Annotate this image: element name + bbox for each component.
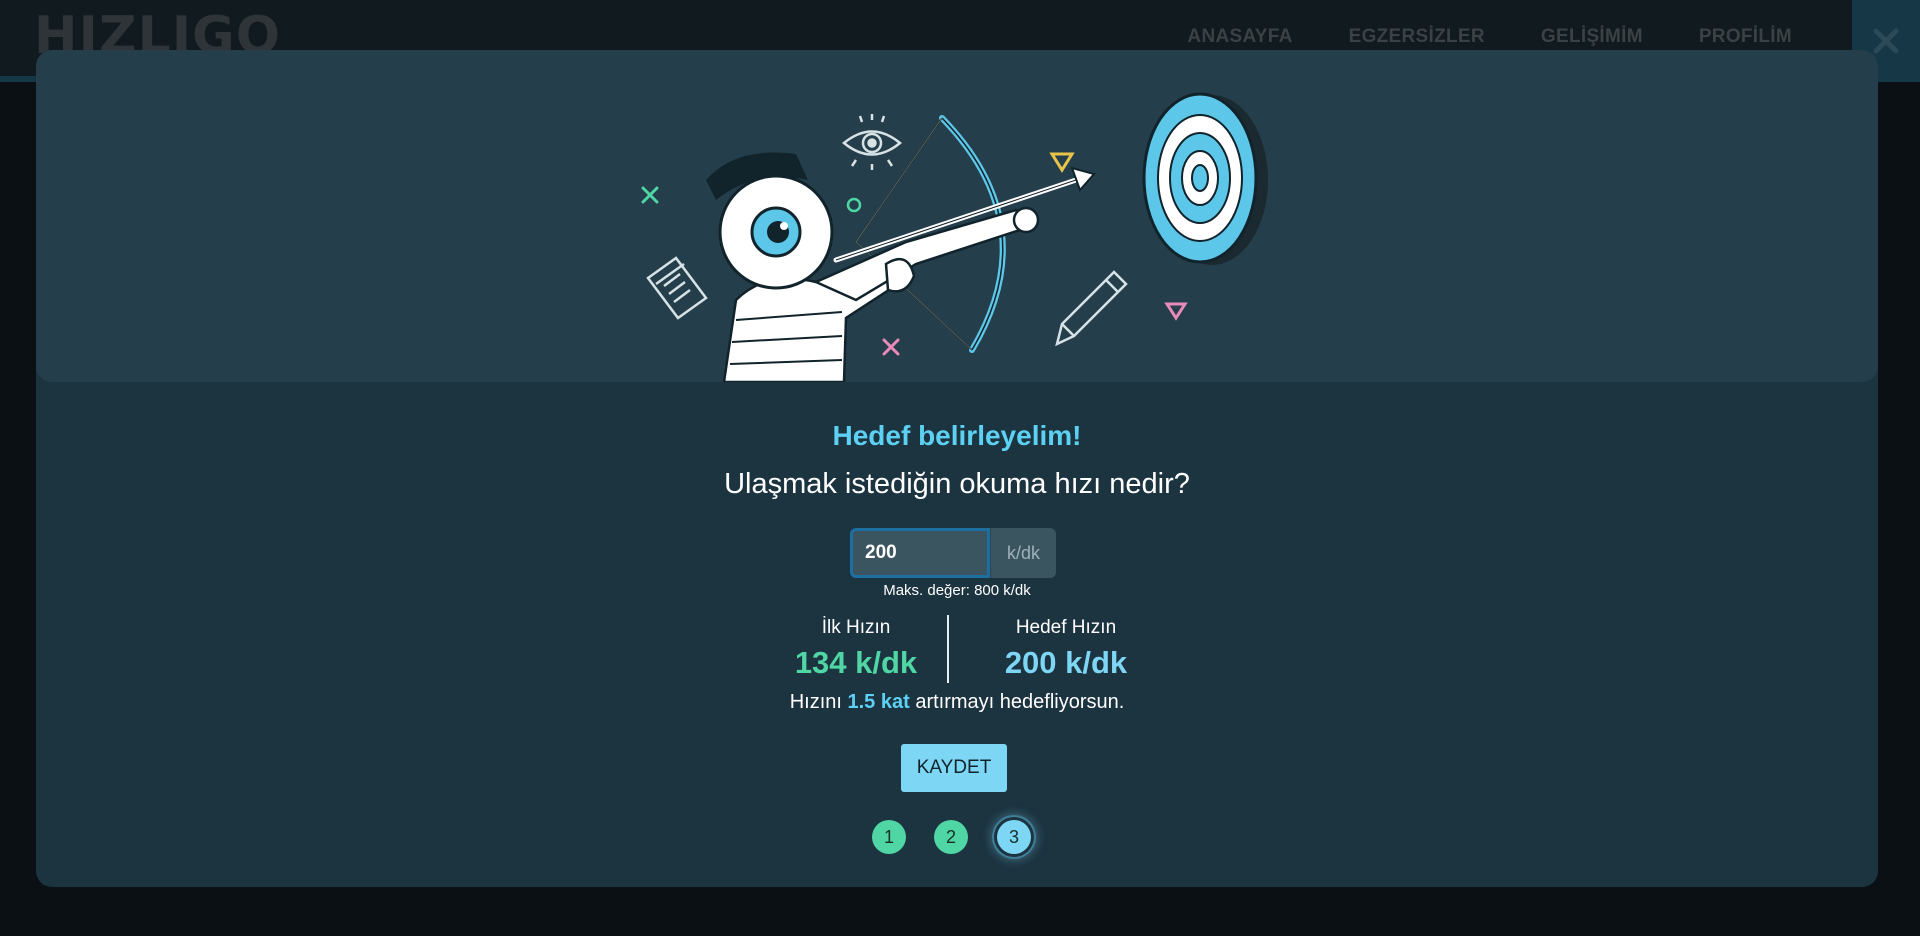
step-3[interactable]: 3 xyxy=(997,820,1031,854)
hero-illustration-panel xyxy=(36,50,1878,382)
initial-speed-label: İlk Hızın xyxy=(821,617,891,638)
target-speed-label: Hedef Hızın xyxy=(1015,617,1117,638)
summary-factor: 1.5 kat xyxy=(847,691,910,713)
initial-speed-value: 134 k/dk xyxy=(794,645,918,680)
save-button[interactable]: KAYDET xyxy=(901,744,1007,792)
max-value-note: Maks. değer: 800 k/dk xyxy=(883,582,1031,599)
goal-setting-modal: Hedef belirleyelim! Ulaşmak istediğin ok… xyxy=(36,50,1878,887)
initial-speed-stat: İlk Hızın 134 k/dk xyxy=(756,615,956,681)
nav-item-home[interactable]: ANASAYFA xyxy=(1187,26,1292,48)
goal-summary: Hızını 1.5 kat artırmayı hedefliyorsun. xyxy=(36,691,1878,714)
target-speed-value: 200 k/dk xyxy=(1004,645,1128,680)
nav-item-exercises[interactable]: EGZERSİZLER xyxy=(1349,26,1485,48)
summary-prefix: Hızını xyxy=(789,691,848,713)
archer-illustration xyxy=(641,92,1268,382)
modal-heading: Hedef belirleyelim! xyxy=(832,420,1082,451)
nav-item-profile[interactable]: PROFİLİM xyxy=(1699,26,1792,48)
stats-divider xyxy=(947,615,949,683)
step-1[interactable]: 1 xyxy=(872,820,906,854)
speed-unit-label: k/dk xyxy=(990,528,1056,578)
nav-item-progress[interactable]: GELİŞİMİM xyxy=(1541,26,1643,48)
target-speed-input[interactable] xyxy=(850,528,990,578)
main-nav: ANASAYFA EGZERSİZLER GELİŞİMİM PROFİLİM xyxy=(1187,26,1792,48)
target-speed-stat: Hedef Hızın 200 k/dk xyxy=(966,615,1166,681)
modal-question: Ulaşmak istediğin okuma hızı nedir? xyxy=(724,468,1190,500)
step-2[interactable]: 2 xyxy=(934,820,968,854)
target-speed-input-group: k/dk xyxy=(850,528,1056,578)
summary-suffix: artırmayı hedefliyorsun. xyxy=(909,691,1125,713)
